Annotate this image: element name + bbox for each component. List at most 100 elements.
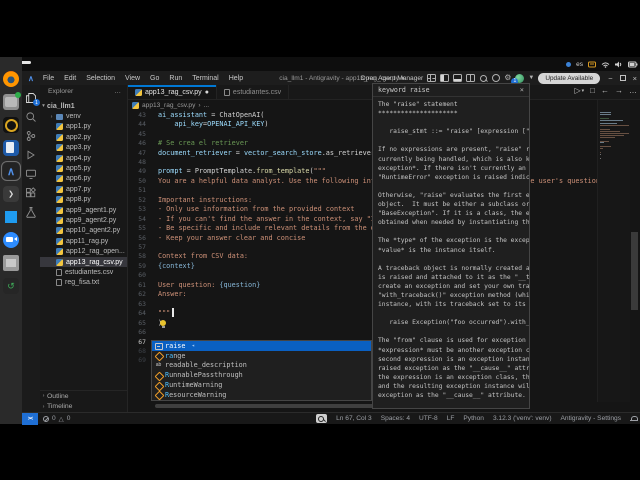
tree-item[interactable]: reg_fisa.txt: [40, 278, 127, 288]
status-item[interactable]: Ln 67, Col 3: [336, 415, 372, 422]
menu-run[interactable]: Run: [165, 74, 186, 83]
dock-icon-libreoffice[interactable]: [3, 140, 19, 156]
section-outline[interactable]: › Outline: [40, 391, 127, 401]
python-file-icon: [56, 185, 63, 193]
minimize-button[interactable]: −: [608, 74, 612, 83]
tree-item[interactable]: app4.py: [40, 153, 127, 163]
breadcrumb-item[interactable]: app13_rag_csv.py: [142, 102, 195, 109]
tab-estudiantes.csv[interactable]: estudiantes.csv: [217, 85, 290, 99]
tree-item[interactable]: app2.py: [40, 132, 127, 142]
menu-terminal[interactable]: Terminal: [188, 74, 222, 83]
tree-item[interactable]: app7.py: [40, 184, 127, 194]
status-item[interactable]: LF: [447, 415, 455, 422]
keyboard-layout[interactable]: es: [576, 61, 583, 68]
tree-item[interactable]: app10_agent2.py: [40, 226, 127, 236]
account-icon[interactable]: [492, 74, 501, 82]
suggest-item-readable_description[interactable]: ab readable_description: [152, 361, 371, 371]
tree-item[interactable]: estudiantes.csv: [40, 267, 127, 277]
dock-icon-zoom[interactable]: [3, 232, 19, 248]
activity-run-debug-icon[interactable]: [24, 148, 38, 161]
tab-label: app13_rag_csv.py: [145, 88, 202, 96]
toggle-primary-sidebar-icon[interactable]: [440, 74, 450, 82]
back-icon[interactable]: ←: [601, 86, 609, 95]
lightbulb-icon[interactable]: [160, 320, 166, 328]
suggest-item-RuntimeWarning[interactable]: RuntimeWarning: [152, 380, 371, 390]
remote-indicator[interactable]: ><: [22, 412, 38, 425]
status-item[interactable]: Spaces: 4: [381, 415, 410, 422]
status-item[interactable]: Antigravity - Settings: [561, 415, 621, 422]
run-dropdown-icon[interactable]: ▾: [582, 88, 585, 94]
toggle-panel-icon[interactable]: [453, 74, 463, 82]
chevron-down-icon[interactable]: ▼: [528, 75, 534, 81]
tree-item[interactable]: app11_rag.py: [40, 236, 127, 246]
dock-icon-media-player[interactable]: [3, 117, 19, 133]
dock-icon-file-manager[interactable]: [3, 92, 21, 110]
more-actions-icon[interactable]: …: [629, 86, 637, 95]
customize-layout-icon[interactable]: [427, 74, 437, 82]
activity-remote-explorer-icon[interactable]: [24, 167, 38, 180]
tree-root-folder[interactable]: ▾ cia_llm1: [40, 101, 127, 111]
tree-item[interactable]: app8.py: [40, 195, 127, 205]
system-tray[interactable]: es: [566, 57, 638, 71]
search-icon[interactable]: [479, 74, 488, 83]
read-more-icon[interactable]: ◂: [191, 343, 194, 349]
split-editor-icon[interactable]: □: [590, 86, 595, 95]
close-icon[interactable]: ×: [520, 86, 524, 94]
tree-item[interactable]: app1.py: [40, 122, 127, 132]
vertical-scrollbar[interactable]: [631, 232, 638, 310]
breadcrumb-item[interactable]: ...: [204, 102, 210, 109]
problems-indicator[interactable]: 0 △ 0: [43, 415, 70, 423]
dock-icon-firefox[interactable]: [3, 71, 19, 87]
horizontal-scrollbar[interactable]: [155, 404, 405, 408]
menu-view[interactable]: View: [121, 74, 144, 83]
menu-edit[interactable]: Edit: [60, 74, 80, 83]
tree-item[interactable]: app12_rag_open...: [40, 246, 127, 256]
screen: es ∧ ❯ ↺ ∧ File Edit Selection View Go Run Termi…: [0, 0, 640, 480]
status-item[interactable]: UTF-8: [419, 415, 438, 422]
menu-selection[interactable]: Selection: [82, 74, 119, 83]
activity-search-icon[interactable]: [24, 110, 38, 123]
activity-source-control-icon[interactable]: [24, 129, 38, 142]
status-item[interactable]: 3.12.3 ('venv': venv): [493, 415, 552, 422]
dock-icon-trash[interactable]: ↺: [3, 278, 19, 294]
tree-item[interactable]: app9_agent2.py: [40, 215, 127, 225]
run-button[interactable]: ▷: [574, 86, 580, 95]
tree-item[interactable]: app6.py: [40, 174, 127, 184]
activity-extensions-icon[interactable]: [24, 186, 38, 199]
minimap[interactable]: [597, 100, 630, 402]
tree-item[interactable]: app9_agent1.py: [40, 205, 127, 215]
menu-go[interactable]: Go: [146, 74, 163, 83]
restore-button[interactable]: [619, 75, 626, 81]
menu-file[interactable]: File: [39, 74, 58, 83]
section-timeline[interactable]: › Timeline: [40, 402, 127, 412]
close-button[interactable]: ×: [633, 74, 637, 83]
avatar[interactable]: 1: [511, 73, 525, 85]
activity-explorer-icon[interactable]: 1: [24, 91, 40, 106]
toggle-secondary-sidebar-icon[interactable]: [466, 74, 476, 82]
dock-icon-vscode[interactable]: [3, 209, 19, 225]
bell-icon[interactable]: [630, 415, 638, 423]
activity-testing-icon[interactable]: [24, 205, 38, 218]
menu-help[interactable]: Help: [225, 74, 247, 83]
tree-item[interactable]: app5.py: [40, 163, 127, 173]
dock-icon-antigravity[interactable]: ∧: [1, 161, 21, 181]
open-agent-manager-button[interactable]: Open Agent Manager: [361, 75, 424, 82]
suggest-item-ResourceWarning[interactable]: ResourceWarning: [152, 390, 371, 400]
status-item[interactable]: Python: [463, 415, 484, 422]
dock-icon-ssd[interactable]: [3, 255, 19, 271]
update-available-button[interactable]: Update Available: [538, 72, 601, 84]
tree-item[interactable]: app3.py: [40, 143, 127, 153]
dock-icon-terminal[interactable]: ❯: [3, 186, 19, 202]
code-line: 63: [128, 299, 158, 308]
more-actions-icon[interactable]: …: [114, 88, 121, 95]
screen-magnifier-icon[interactable]: [316, 414, 328, 423]
forward-icon[interactable]: →: [615, 86, 623, 95]
tree-item[interactable]: app13_rag_csv.py: [40, 256, 127, 268]
suggest-item-range[interactable]: range: [152, 351, 371, 361]
tab-app13_rag_csv.py[interactable]: app13_rag_csv.py ●: [128, 85, 217, 99]
suggest-item-raise[interactable]: raise ◂: [152, 341, 371, 351]
tree-item[interactable]: › venv: [40, 111, 127, 121]
file-label: venv: [66, 113, 81, 121]
suggest-item-RunnablePassthrough[interactable]: RunnablePassthrough: [152, 370, 371, 380]
gear-icon[interactable]: ⚙: [504, 74, 511, 82]
